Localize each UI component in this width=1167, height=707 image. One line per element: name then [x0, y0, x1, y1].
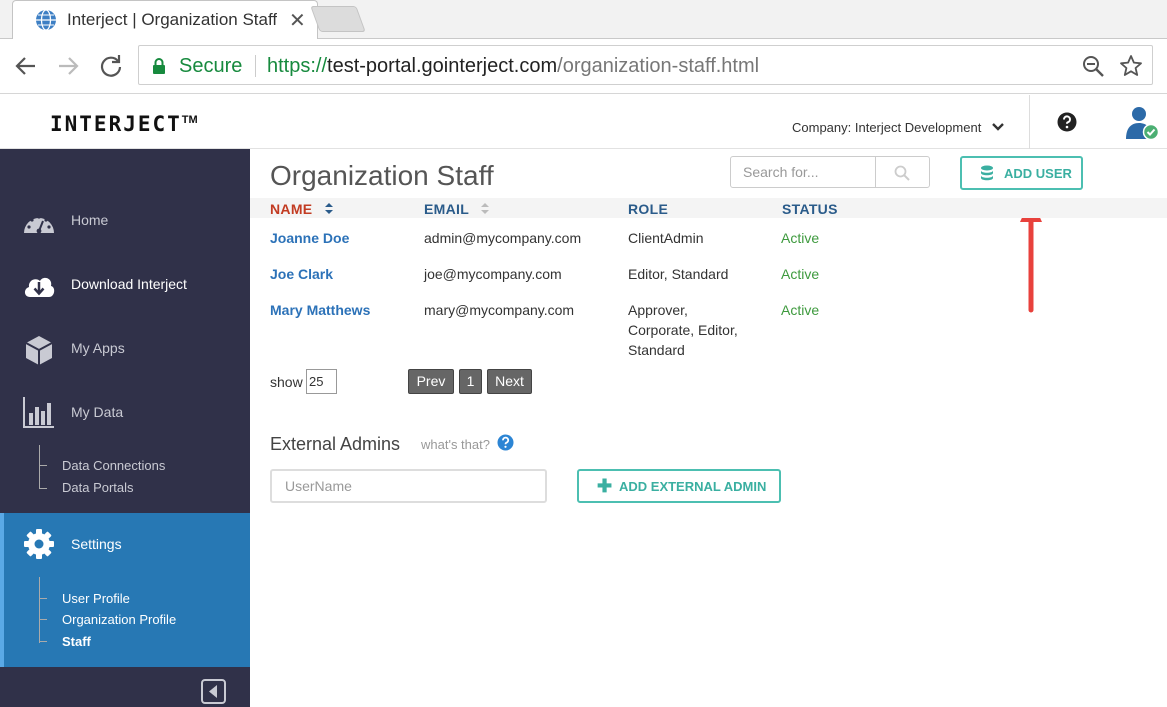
tree-tick [39, 619, 47, 620]
new-tab-button[interactable] [310, 6, 366, 32]
page-size-input[interactable] [306, 369, 337, 394]
user-account-icon[interactable] [1124, 105, 1160, 141]
browser-toolbar: Secure https://test-portal.gointerject.c… [0, 39, 1167, 94]
staff-name-link[interactable]: Joe Clark [270, 264, 333, 284]
column-header-status: STATUS [782, 201, 838, 217]
sidebar-subitem-organization-profile[interactable]: Organization Profile [62, 612, 176, 627]
tree-tick [39, 598, 47, 599]
plus-icon: ✚ [597, 476, 613, 496]
tree-line [39, 577, 40, 643]
collapse-sidebar-icon[interactable] [201, 679, 226, 704]
staff-status: Active [781, 230, 820, 246]
table-header [250, 198, 1167, 218]
prev-page-button[interactable]: Prev [408, 369, 454, 394]
staff-role: ClientAdmin [628, 230, 704, 246]
sidebar-item-label: Home [71, 212, 109, 228]
address-divider [255, 55, 256, 77]
zoom-icon[interactable] [1081, 54, 1105, 78]
sidebar-item-label: Download Interject [71, 276, 187, 292]
sidebar-item-label: My Apps [71, 340, 125, 356]
reload-icon[interactable] [98, 53, 124, 79]
staff-name-link[interactable]: Mary Matthews [270, 300, 370, 320]
secure-label: Secure [179, 55, 243, 77]
sidebar-item-home[interactable]: Home [0, 189, 250, 249]
cloud-download-icon [24, 277, 55, 297]
staff-email: joe@mycompany.com [424, 266, 562, 282]
show-label: show [270, 374, 303, 390]
column-header-email[interactable]: EMAIL [424, 201, 469, 217]
search-button[interactable] [875, 156, 930, 188]
star-icon[interactable] [1119, 54, 1143, 78]
staff-role: Editor, Standard [628, 266, 729, 282]
url-text[interactable]: https://test-portal.gointerject.com/orga… [267, 55, 759, 78]
whats-that-link[interactable]: what's that? [421, 437, 490, 452]
url-protocol: https:// [267, 55, 328, 77]
interject-logo[interactable]: INTERJECTTM [50, 112, 198, 136]
sidebar-subitem-data-portals[interactable]: Data Portals [62, 480, 134, 495]
sidebar-subitem-staff[interactable]: Staff [62, 634, 91, 649]
back-arrow-icon[interactable] [13, 53, 39, 79]
header-divider [1029, 95, 1030, 149]
browser-tabstrip: Interject | Organization Staff ✕ [0, 0, 1167, 39]
dashboard-icon [24, 215, 54, 234]
sort-icon[interactable] [480, 201, 490, 216]
gear-icon [24, 529, 54, 559]
tab-close-icon[interactable]: ✕ [289, 8, 306, 33]
staff-email: mary@mycompany.com [424, 302, 575, 318]
url-host: test-portal.gointerject.com [327, 55, 558, 77]
add-external-admin-button[interactable]: ✚ ADD EXTERNAL ADMIN [577, 469, 781, 503]
tab-title: Interject | Organization Staff [67, 10, 277, 29]
tree-tick [39, 465, 47, 466]
sidebar-item-my-data[interactable]: My Data [0, 381, 250, 441]
sidebar-item-settings[interactable]: Settings User Profile Organization Profi… [0, 513, 250, 667]
column-header-role: ROLE [628, 201, 669, 217]
sidebar-item-label: Settings [71, 536, 122, 552]
globe-favicon-icon [36, 9, 56, 31]
sort-icon[interactable] [324, 201, 334, 216]
staff-role: Corporate, Editor, [628, 322, 738, 338]
question-icon[interactable] [497, 434, 514, 451]
staff-name-link[interactable]: Joanne Doe [270, 228, 349, 248]
bar-chart-icon [23, 397, 54, 428]
next-page-button[interactable]: Next [487, 369, 532, 394]
username-input[interactable] [270, 469, 547, 503]
sidebar-item-download[interactable]: Download Interject [0, 253, 250, 313]
url-path: /organization-staff.html [557, 55, 760, 77]
add-user-label: ADD USER [1004, 166, 1072, 181]
page-number-button[interactable]: 1 [459, 369, 482, 394]
chevron-down-icon[interactable] [991, 122, 1005, 132]
sidebar-item-label: My Data [71, 404, 124, 420]
column-header-name[interactable]: NAME [270, 201, 312, 217]
sidebar-subitem-data-connections[interactable]: Data Connections [62, 458, 165, 473]
sidebar-subitem-user-profile[interactable]: User Profile [62, 591, 130, 606]
staff-status: Active [781, 266, 820, 282]
browser-tab[interactable]: Interject | Organization Staff ✕ [12, 0, 318, 39]
page-title: Organization Staff [270, 160, 494, 191]
staff-role: Approver, [628, 302, 688, 318]
add-external-admin-label: ADD EXTERNAL ADMIN [619, 479, 767, 494]
tree-line [39, 445, 40, 489]
company-selector[interactable]: Company: Interject Development [792, 120, 981, 135]
forward-arrow-icon[interactable] [55, 53, 81, 79]
sidebar: Home Download Interject My Apps My Data … [0, 149, 250, 707]
help-icon[interactable] [1057, 112, 1077, 132]
address-bar[interactable]: Secure https://test-portal.gointerject.c… [138, 45, 1153, 85]
staff-role: Standard [628, 342, 685, 358]
search-input[interactable] [730, 156, 876, 188]
staff-email: admin@mycompany.com [424, 230, 582, 246]
staff-status: Active [781, 302, 820, 318]
lock-icon [153, 58, 165, 74]
sidebar-item-my-apps[interactable]: My Apps [0, 317, 250, 377]
external-admins-heading: External Admins [270, 434, 401, 454]
database-icon [981, 165, 993, 181]
app-header: INTERJECTTM Company: Interject Developme… [0, 95, 1167, 149]
add-user-button[interactable]: ADD USER [960, 156, 1083, 190]
tree-tick [39, 488, 47, 489]
cube-icon [25, 336, 53, 365]
tree-tick [39, 641, 47, 642]
search-icon [894, 165, 910, 181]
